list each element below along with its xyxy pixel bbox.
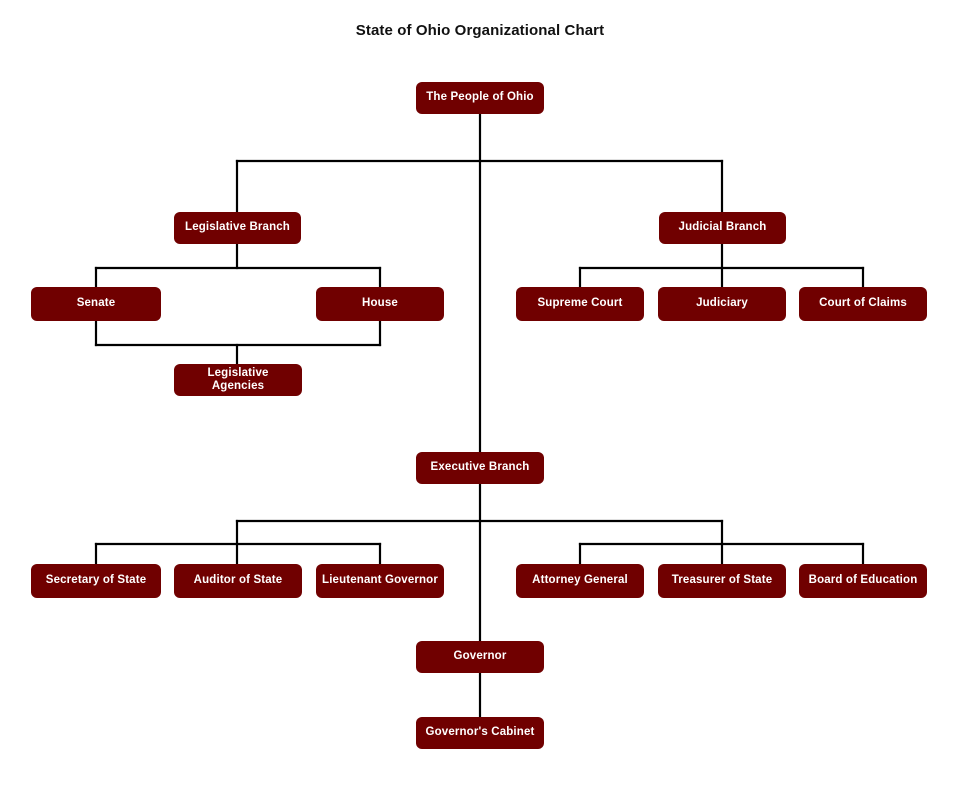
org-node-supreme-court[interactable]: Supreme Court: [516, 287, 644, 321]
org-node-label: Secretary of State: [45, 574, 147, 587]
org-node-executive[interactable]: Executive Branch: [416, 452, 544, 484]
org-node-label: Board of Education: [808, 574, 918, 587]
org-node-secretary-of-state[interactable]: Secretary of State: [31, 564, 161, 598]
org-node-auditor-of-state[interactable]: Auditor of State: [174, 564, 302, 598]
org-node-senate[interactable]: Senate: [31, 287, 161, 321]
org-node-label: Governor: [453, 650, 507, 663]
org-node-label: Legislative Agencies: [207, 366, 269, 392]
node-layer: The People of Ohio Legislative Branch Judi…: [0, 0, 960, 800]
org-node-court-of-claims[interactable]: Court of Claims: [799, 287, 927, 321]
org-node-label: Auditor of State: [193, 574, 283, 587]
org-node-label: Supreme Court: [537, 297, 623, 310]
org-node-label: The People of Ohio: [426, 91, 534, 104]
org-node-label: Governor's Cabinet: [425, 726, 535, 739]
org-node-judicial[interactable]: Judicial Branch: [659, 212, 786, 244]
org-node-legislative-agencies[interactable]: Legislative Agencies: [174, 364, 302, 396]
org-node-governors-cabinet[interactable]: Governor's Cabinet: [416, 717, 544, 749]
org-node-house[interactable]: House: [316, 287, 444, 321]
org-node-label: Judiciary: [696, 297, 748, 310]
org-node-label: Lieutenant Governor: [322, 574, 438, 587]
org-node-label: Senate: [76, 297, 116, 310]
org-node-board-of-education[interactable]: Board of Education: [799, 564, 927, 598]
org-chart-canvas: State of Ohio Organizational Chart The P…: [0, 0, 960, 800]
org-node-label: Court of Claims: [819, 297, 907, 310]
org-node-label: Treasurer of State: [671, 574, 773, 587]
org-node-label: Judicial Branch: [678, 221, 767, 234]
org-node-judiciary[interactable]: Judiciary: [658, 287, 786, 321]
org-node-label: Attorney General: [532, 574, 628, 587]
org-node-legislative[interactable]: Legislative Branch: [174, 212, 301, 244]
org-node-governor[interactable]: Governor: [416, 641, 544, 673]
org-node-attorney-general[interactable]: Attorney General: [516, 564, 644, 598]
org-node-treasurer-of-state[interactable]: Treasurer of State: [658, 564, 786, 598]
org-node-label: House: [362, 297, 398, 310]
org-node-label: Legislative Branch: [185, 221, 290, 234]
org-node-people[interactable]: The People of Ohio: [416, 82, 544, 114]
org-node-lieutenant-governor[interactable]: Lieutenant Governor: [316, 564, 444, 598]
org-node-label: Executive Branch: [430, 461, 530, 474]
